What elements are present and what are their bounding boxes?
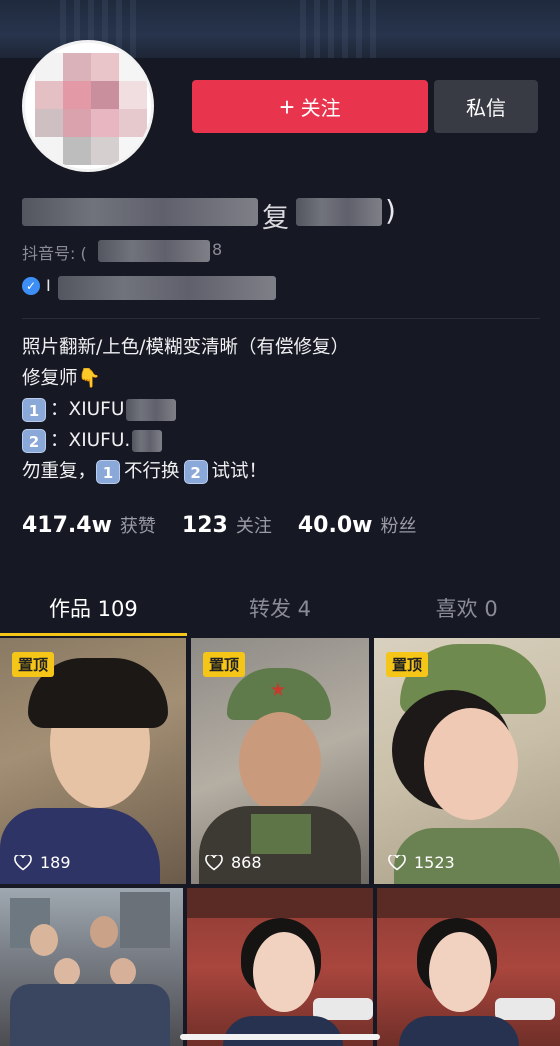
tab-works[interactable]: 作品 109 [0,580,187,636]
banner-decoration [300,0,380,58]
thumbnail-subject [54,958,80,986]
plus-icon: + [279,91,295,122]
bio-line: 勿重复， 1 不行换 2 试试！ [22,456,542,487]
heart-icon [388,854,406,871]
bio: 照片翻新/上色/模糊变清晰（有偿修复） 修复师👇 1 ： XIUFU 2 ： X… [22,332,542,487]
thumbnail-subject [253,932,315,1012]
bio-contact-1[interactable]: XIUFU [69,394,125,425]
bio-line: 2 ： XIUFU. [22,425,542,456]
stat-label: 粉丝 [380,516,417,537]
pinned-badge: 置顶 [203,652,246,677]
video-likes: 868 [205,853,262,872]
nickname-redaction [22,198,258,226]
avatar[interactable] [22,40,154,172]
douyin-id-tail: 8 [212,240,223,259]
thumbnail-building [120,892,170,948]
bio-text: 不行换 [124,461,180,482]
follow-button[interactable]: + 关注 [192,80,428,133]
keycap-1-icon: 1 [96,459,121,484]
contact-redaction [126,398,177,421]
stat-following[interactable]: 123 关注 [182,512,272,538]
thumbnail-subject [424,708,518,820]
verification-row: ✓ I [22,276,51,295]
heart-icon [205,854,223,871]
thumbnail-subject [110,958,136,986]
stat-likes[interactable]: 417.4w 获赞 [22,512,156,538]
heart-icon [14,854,32,871]
stat-value: 40.0w [297,513,373,538]
keycap-1-icon: 1 [22,397,46,422]
thumbnail-subject-clothes [223,1016,343,1046]
video-thumbnail[interactable] [187,888,373,1046]
stat-followers[interactable]: 40.0w 粉丝 [298,512,417,538]
likes-count: 189 [40,853,71,872]
nickname-redaction [296,198,382,226]
video-thumbnail[interactable] [0,888,183,1046]
likes-count: 1523 [414,853,455,872]
stat-value: 417.4w [22,513,112,538]
stat-value: 123 [181,513,228,538]
nickname-tail: ) [385,194,396,227]
verified-check-icon: ✓ [22,276,40,295]
bio-text: 试试！ [211,461,268,482]
video-thumbnail[interactable]: 置顶 1523 [374,638,560,884]
video-thumbnail[interactable] [377,888,560,1046]
thumbnail-car [495,998,555,1020]
verification-redaction [58,276,276,300]
bio-sep: ： [50,399,69,420]
keycap-2-icon: 2 [22,428,46,453]
bio-line: 照片翻新/上色/模糊变清晰（有偿修复） [22,337,349,358]
thumbnail-subject [429,932,491,1012]
keycap-2-icon: 2 [183,459,208,484]
bio-line: 1 ： XIUFU [22,394,542,425]
content-tabs: 作品 109 转发 4 喜欢 0 [0,580,560,636]
avatar-mosaic [35,53,147,165]
thumbnail-subject-collar [251,814,311,854]
home-indicator[interactable] [180,1034,380,1040]
thumbnail-subject [30,924,58,956]
video-likes: 189 [14,853,71,872]
bio-line: 修复师👇 [22,368,101,389]
thumbnail-subject-clothes [10,984,170,1046]
tab-reposts[interactable]: 转发 4 [187,580,374,636]
thumbnail-subject [239,712,321,812]
thumbnail-subject-clothes [0,808,160,884]
bio-contact-2[interactable]: XIUFU. [69,425,131,456]
contact-redaction [132,429,163,452]
video-thumbnail[interactable]: 置顶 189 [0,638,186,884]
bio-text: 勿重复， [22,461,97,482]
thumbnail-gate-roof [187,888,373,918]
video-likes: 1523 [388,853,455,872]
verification-text: I [46,276,51,295]
thumbnail-subject [90,916,118,948]
follow-button-label: 关注 [300,98,341,120]
pinned-badge: 置顶 [386,652,429,677]
profile-stats: 417.4w 获赞 123 关注 40.0w 粉丝 [22,512,442,538]
divider [22,318,540,319]
thumbnail-gate-roof [377,888,560,918]
stat-label: 关注 [235,516,272,537]
message-button[interactable]: 私信 [434,80,538,133]
thumbnail-subject-clothes [399,1016,519,1046]
nickname-fragment: 复 [262,203,289,234]
pinned-badge: 置顶 [12,652,55,677]
douyin-id-label: 抖音号: ( [22,244,87,263]
stat-label: 获赞 [119,516,156,537]
video-thumbnail[interactable]: 置顶 868 [191,638,369,884]
bio-sep: ： [50,430,69,451]
likes-count: 868 [231,853,262,872]
douyin-id-redaction [98,240,210,262]
tab-likes[interactable]: 喜欢 0 [373,580,560,636]
